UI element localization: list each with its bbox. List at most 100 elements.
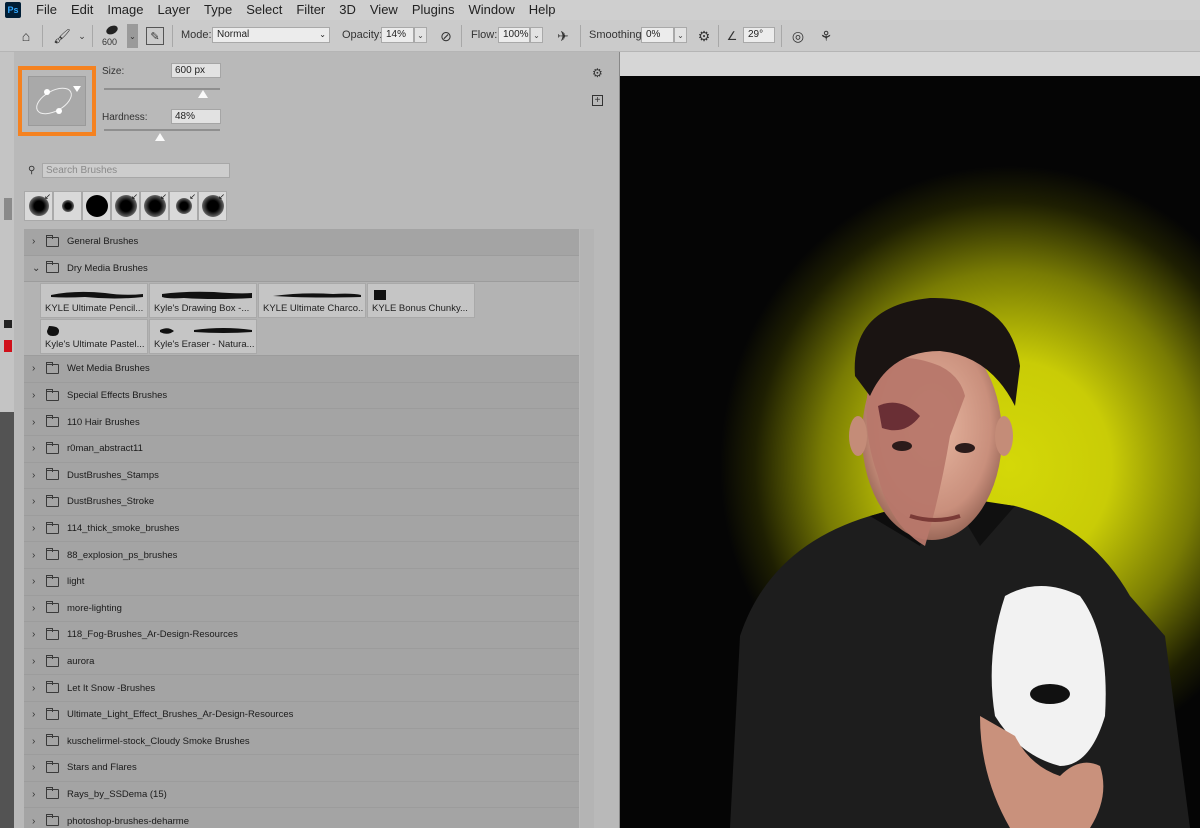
recent-brush-tip[interactable]: ↙ <box>140 191 169 221</box>
foreground-swatch[interactable] <box>4 320 12 328</box>
chevron-right-icon[interactable]: › <box>32 363 42 374</box>
new-preset-icon[interactable]: + <box>592 95 603 106</box>
recent-brush-tip[interactable]: ↙ <box>198 191 227 221</box>
brush-group[interactable]: › more-lighting <box>24 595 579 623</box>
brush-group[interactable]: › 114_thick_smoke_brushes <box>24 515 579 543</box>
menu-image[interactable]: Image <box>100 0 150 20</box>
recent-brush-tip[interactable] <box>53 191 82 221</box>
chevron-right-icon[interactable]: › <box>32 762 42 773</box>
brush-preset[interactable]: KYLE Ultimate Charco... <box>258 283 366 319</box>
brush-group[interactable]: › light <box>24 568 579 596</box>
chevron-right-icon[interactable]: › <box>32 816 42 827</box>
home-icon[interactable]: ⌂ <box>16 26 36 46</box>
gear-icon[interactable]: ⚙ <box>694 26 714 46</box>
smoothing-input[interactable]: 0% <box>641 27 674 43</box>
chevron-right-icon[interactable]: › <box>32 629 42 640</box>
chevron-right-icon[interactable]: › <box>32 736 42 747</box>
menu-3d[interactable]: 3D <box>332 0 363 20</box>
chevron-right-icon[interactable]: › <box>32 709 42 720</box>
panel-gear-icon[interactable]: ⚙ <box>592 66 606 80</box>
brush-group[interactable]: › Special Effects Brushes <box>24 382 579 410</box>
opacity-input[interactable]: 14% <box>381 27 414 43</box>
search-brushes-input[interactable]: Search Brushes <box>42 163 230 178</box>
chevron-right-icon[interactable]: › <box>32 603 42 614</box>
menu-file[interactable]: File <box>29 0 64 20</box>
chevron-right-icon[interactable]: › <box>32 523 42 534</box>
angle-input[interactable]: 29° <box>743 27 775 43</box>
brush-group[interactable]: › Stars and Flares <box>24 755 579 782</box>
flow-input[interactable]: 100% <box>498 27 530 43</box>
brush-group[interactable]: › photoshop-brushes-deharme <box>24 808 579 828</box>
brush-preset-picker[interactable]: 600 <box>100 23 126 50</box>
document-tab-bar[interactable] <box>620 52 1200 76</box>
flow-slider-chevron-icon[interactable]: ⌄ <box>530 27 543 43</box>
chevron-right-icon[interactable]: › <box>32 656 42 667</box>
chevron-right-icon[interactable]: › <box>32 443 42 454</box>
opacity-slider-chevron-icon[interactable]: ⌄ <box>414 27 427 43</box>
pressure-opacity-icon[interactable]: ⊘ <box>436 26 456 46</box>
brush-preset[interactable]: Kyle's Ultimate Pastel... <box>40 319 148 355</box>
brush-preset[interactable]: KYLE Ultimate Pencil... <box>40 283 148 319</box>
brush-group[interactable]: › 88_explosion_ps_brushes <box>24 542 579 569</box>
menu-plugins[interactable]: Plugins <box>405 0 462 20</box>
brush-group[interactable]: › DustBrushes_Stroke <box>24 489 579 516</box>
recent-brush-tip[interactable]: ↙ <box>111 191 140 221</box>
brush-group[interactable]: › 118_Fog-Brushes_Ar-Design-Resources <box>24 622 579 649</box>
recent-brush-tip[interactable]: ↙ <box>169 191 198 221</box>
hardness-slider-thumb[interactable] <box>154 133 165 141</box>
menu-type[interactable]: Type <box>197 0 239 20</box>
brush-group[interactable]: › aurora <box>24 648 579 676</box>
background-swatch[interactable] <box>4 340 12 352</box>
hardness-input[interactable]: 48% <box>171 109 221 124</box>
mode-select[interactable]: Normal ⌄ <box>212 27 330 43</box>
symmetry-butterfly-icon[interactable]: ⚘ <box>816 26 836 46</box>
chevron-right-icon[interactable]: › <box>32 390 42 401</box>
chevron-right-icon[interactable]: › <box>32 417 42 428</box>
menu-help[interactable]: Help <box>522 0 563 20</box>
recent-brush-tip[interactable]: ↙ <box>24 191 53 221</box>
hardness-slider[interactable] <box>104 129 220 131</box>
chevron-right-icon[interactable]: › <box>32 550 42 561</box>
chevron-right-icon[interactable]: › <box>32 576 42 587</box>
chevron-right-icon[interactable]: › <box>32 789 42 800</box>
chevron-right-icon[interactable]: › <box>32 683 42 694</box>
brush-roundness-widget[interactable] <box>28 76 86 126</box>
airbrush-icon[interactable]: ✈ <box>553 26 573 46</box>
brush-group[interactable]: › Let It Snow -Brushes <box>24 675 579 702</box>
brush-settings-icon[interactable]: ✎ <box>146 27 164 45</box>
menu-edit[interactable]: Edit <box>64 0 100 20</box>
chevron-right-icon[interactable]: › <box>32 496 42 507</box>
brush-group[interactable]: › 110 Hair Brushes <box>24 409 579 436</box>
tool-button[interactable] <box>4 198 12 220</box>
chevron-right-icon[interactable]: › <box>32 470 42 481</box>
menu-layer[interactable]: Layer <box>151 0 198 20</box>
menu-window[interactable]: Window <box>461 0 521 20</box>
brush-preset[interactable]: KYLE Bonus Chunky... <box>367 283 475 319</box>
recent-brush-tip[interactable] <box>82 191 111 221</box>
chevron-down-icon[interactable]: ⌄ <box>32 263 42 274</box>
brush-group[interactable]: › Wet Media Brushes <box>24 356 579 383</box>
brush-angle-preview[interactable] <box>18 66 96 136</box>
menu-view[interactable]: View <box>363 0 405 20</box>
brush-group[interactable]: › r0man_abstract11 <box>24 435 579 463</box>
menu-filter[interactable]: Filter <box>289 0 332 20</box>
brush-list-scrollbar[interactable] <box>580 229 594 828</box>
pressure-size-icon[interactable]: ◎ <box>788 26 808 46</box>
size-input[interactable]: 600 px <box>171 63 221 78</box>
chevron-right-icon[interactable]: › <box>32 236 42 247</box>
tool-preset-chevron-icon[interactable]: ⌄ <box>72 26 92 46</box>
brush-group[interactable]: › Rays_by_SSDema (15) <box>24 781 579 809</box>
brush-group[interactable]: › DustBrushes_Stamps <box>24 462 579 490</box>
brush-group[interactable]: › General Brushes <box>24 229 579 256</box>
brush-tool-icon[interactable]: 🖌 <box>52 26 72 46</box>
brush-group[interactable]: › Ultimate_Light_Effect_Brushes_Ar-Design… <box>24 701 579 729</box>
smoothing-slider-chevron-icon[interactable]: ⌄ <box>674 27 687 43</box>
brush-group[interactable]: › kuschelirmel-stock_Cloudy Smoke Brushes <box>24 728 579 756</box>
document-canvas[interactable] <box>620 76 1200 828</box>
size-slider-thumb[interactable] <box>197 90 208 98</box>
brush-preset[interactable]: Kyle's Drawing Box -... <box>149 283 257 319</box>
brush-group-dry-media[interactable]: ⌄ Dry Media Brushes <box>24 255 579 283</box>
brush-preset[interactable]: Kyle's Eraser - Natura... <box>149 319 257 355</box>
menu-select[interactable]: Select <box>239 0 289 20</box>
brush-picker-chevron-icon[interactable]: ⌄ <box>127 24 138 48</box>
